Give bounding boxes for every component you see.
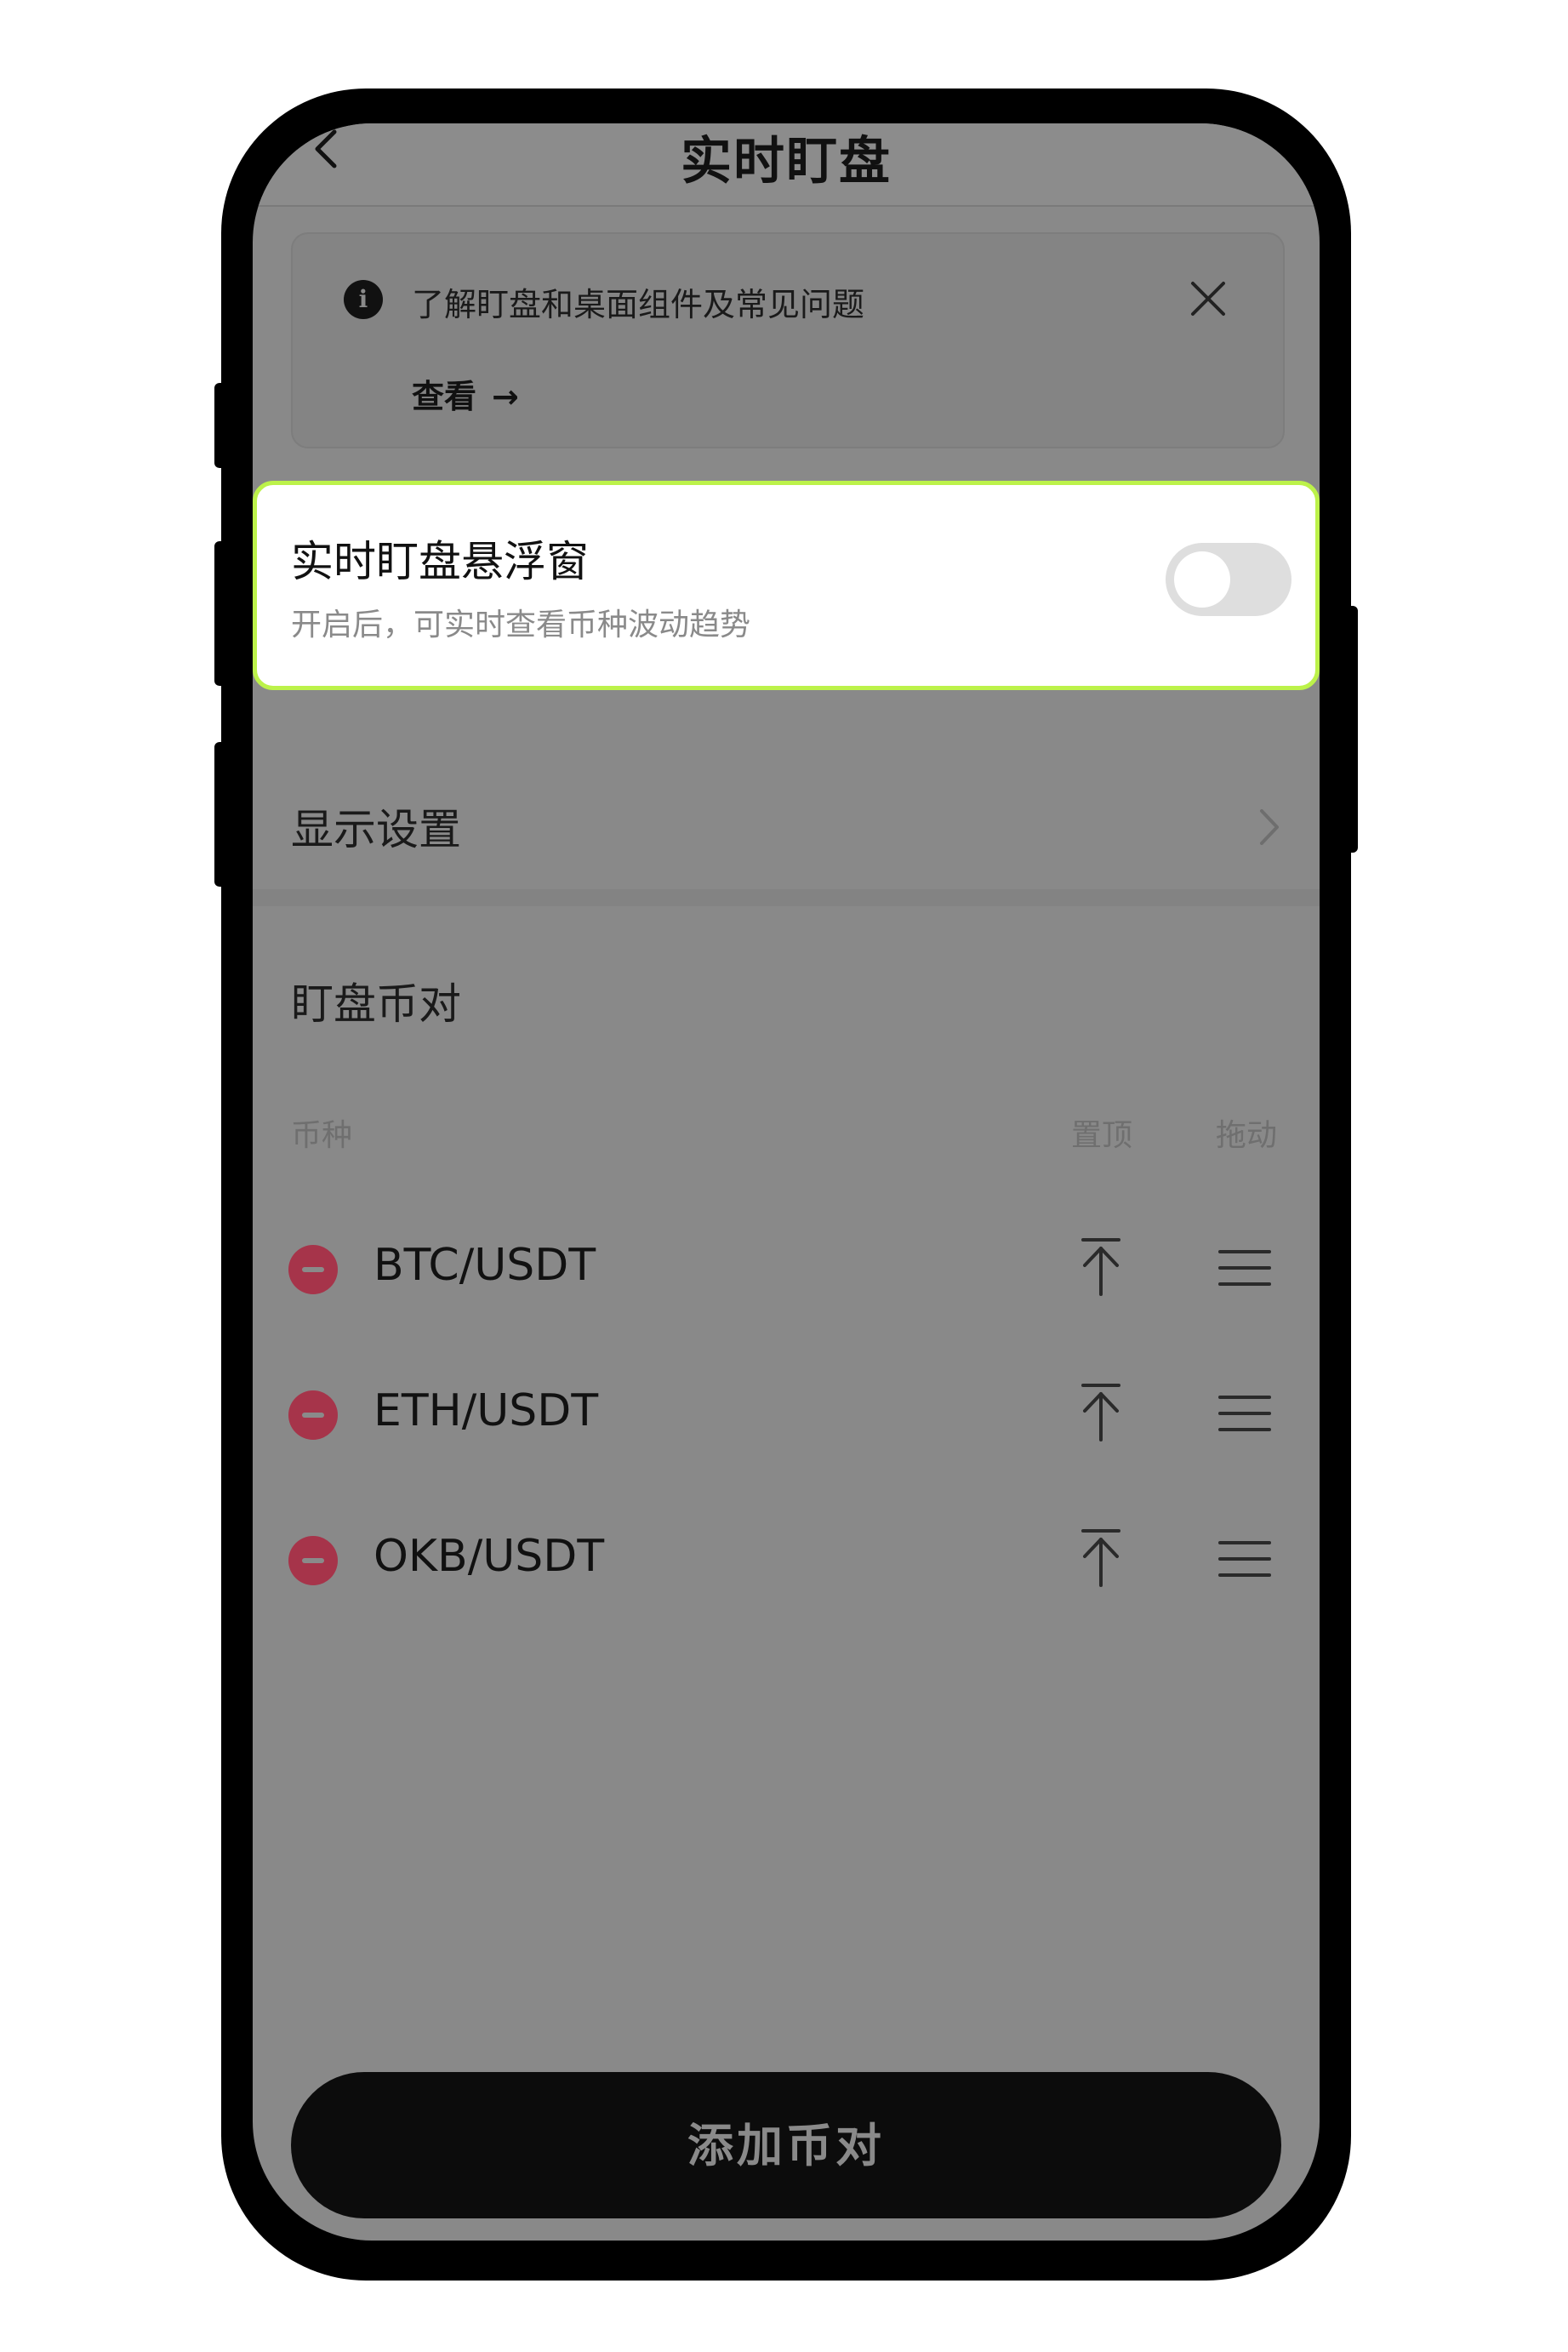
nav-bar: 实时盯盘	[253, 123, 1320, 207]
notice-text: 了解盯盘和桌面组件及常见问题	[412, 286, 865, 323]
page-title: 实时盯盘	[681, 132, 892, 191]
info-notice-banner: i 了解盯盘和桌面组件及常见问题 查看 →	[291, 232, 1285, 448]
floating-window-toggle[interactable]	[1166, 543, 1291, 616]
floating-window-title: 实时盯盘悬浮窗	[291, 537, 589, 586]
watchlist-title: 盯盘币对	[291, 979, 461, 1029]
drag-handle-icon[interactable]	[1218, 1394, 1271, 1433]
watchlist-row: OKB/USDT	[253, 1497, 1320, 1616]
view-link-label: 查看	[412, 378, 477, 415]
phone-side-button	[214, 742, 226, 887]
column-header-coin: 币种	[291, 1118, 353, 1153]
pin-to-top-icon[interactable]	[1078, 1236, 1124, 1298]
pair-name: OKB/USDT	[373, 1531, 605, 1582]
pair-name: ETH/USDT	[373, 1385, 599, 1436]
info-icon: i	[344, 280, 383, 319]
display-settings-row[interactable]: 显示设置	[253, 753, 1320, 898]
floating-window-subtitle: 开启后，可实时查看币种波动趋势	[291, 608, 751, 642]
drag-handle-icon[interactable]	[1218, 1539, 1271, 1578]
app-screen: 实时盯盘 i 了解盯盘和桌面组件及常见问题 查看 → 显示设置 盯盘币对 币种 置…	[253, 123, 1320, 2241]
phone-side-button	[214, 383, 226, 468]
pin-to-top-icon[interactable]	[1078, 1527, 1124, 1589]
arrow-right-icon: →	[492, 378, 519, 415]
watchlist-row: BTC/USDT	[253, 1206, 1320, 1325]
phone-side-button	[1346, 606, 1358, 853]
floating-window-card: 实时盯盘悬浮窗 开启后，可实时查看币种波动趋势	[253, 481, 1320, 690]
phone-side-button	[214, 541, 226, 686]
toggle-knob	[1174, 551, 1230, 608]
close-icon[interactable]	[1188, 278, 1229, 319]
pair-name: BTC/USDT	[373, 1240, 596, 1291]
remove-icon[interactable]	[288, 1536, 338, 1585]
chevron-right-icon	[1260, 809, 1279, 845]
column-header-drag: 拖动	[1216, 1118, 1278, 1153]
remove-icon[interactable]	[288, 1390, 338, 1440]
view-link[interactable]: 查看 →	[412, 370, 519, 417]
drag-handle-icon[interactable]	[1218, 1248, 1271, 1287]
add-pair-button[interactable]: 添加币对	[291, 2072, 1281, 2218]
display-settings-label: 显示设置	[291, 805, 461, 854]
column-header-pin: 置顶	[1071, 1118, 1133, 1153]
section-divider	[253, 889, 1320, 906]
remove-icon[interactable]	[288, 1245, 338, 1294]
watchlist-row: ETH/USDT	[253, 1351, 1320, 1470]
pin-to-top-icon[interactable]	[1078, 1382, 1124, 1443]
